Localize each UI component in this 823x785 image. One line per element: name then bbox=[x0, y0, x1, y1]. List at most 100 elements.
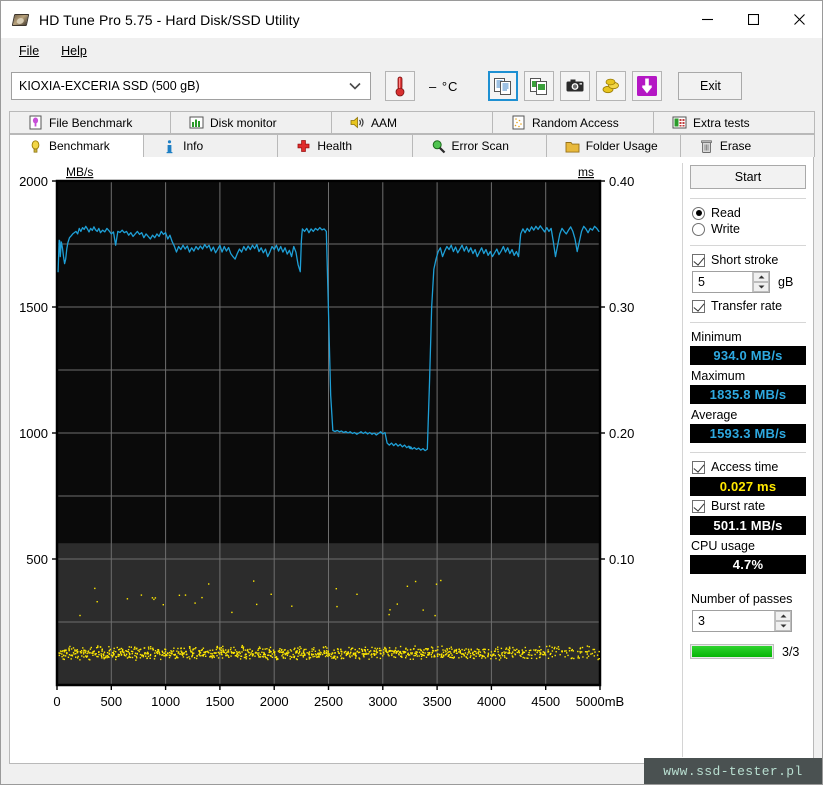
svg-text:0.10: 0.10 bbox=[609, 552, 634, 567]
tab-row-top: File Benchmark Disk monitor AAM Random A… bbox=[9, 111, 815, 134]
tab-info[interactable]: Info bbox=[143, 134, 279, 157]
short-stroke-stepper[interactable] bbox=[752, 272, 769, 292]
minimum-value: 934.0 MB/s bbox=[690, 346, 806, 365]
temperature-group: – °C bbox=[385, 71, 458, 101]
radio-write-indicator bbox=[692, 222, 705, 236]
disk-monitor-icon bbox=[189, 115, 204, 130]
folder-icon bbox=[565, 139, 580, 154]
exit-button[interactable]: Exit bbox=[678, 72, 743, 100]
passes-input[interactable]: 3 bbox=[692, 610, 792, 632]
minimize-button[interactable] bbox=[684, 1, 730, 39]
short-stroke-input[interactable]: 5 bbox=[692, 271, 770, 293]
transfer-rate-label: Transfer rate bbox=[711, 299, 783, 313]
maximize-button[interactable] bbox=[730, 1, 776, 39]
random-access-icon bbox=[511, 115, 526, 130]
thermometer-icon[interactable] bbox=[385, 71, 415, 101]
svg-text:0: 0 bbox=[53, 694, 60, 709]
svg-text:2000: 2000 bbox=[19, 174, 48, 189]
svg-text:500: 500 bbox=[100, 694, 122, 709]
tab-folder-usage[interactable]: Folder Usage bbox=[545, 134, 681, 157]
file-benchmark-icon bbox=[28, 115, 43, 130]
lightbulb-icon bbox=[28, 139, 43, 154]
maximum-label: Maximum bbox=[691, 369, 746, 383]
stepper-up-icon[interactable] bbox=[775, 611, 791, 621]
svg-text:0.40: 0.40 bbox=[609, 174, 634, 189]
tab-erase-label: Erase bbox=[719, 139, 752, 153]
checkbox-short-stroke[interactable]: Short stroke bbox=[692, 253, 806, 267]
menu-file-label: File bbox=[19, 44, 40, 58]
transfer-rate-checkbox-indicator bbox=[692, 299, 705, 313]
close-button[interactable] bbox=[776, 1, 822, 39]
tab-extra-tests-label: Extra tests bbox=[693, 115, 750, 130]
benchmark-graph: 500 1000 1500 2000 MB/s 0.10 0.20 0.30 0.40 ms 0 50… bbox=[10, 157, 682, 763]
stepper-up-icon[interactable] bbox=[753, 272, 769, 282]
checkbox-access-time[interactable]: Access time bbox=[692, 460, 806, 474]
tab-aam[interactable]: AAM bbox=[331, 111, 493, 134]
download-button[interactable] bbox=[632, 71, 663, 101]
menu-bar: File Help bbox=[1, 39, 822, 63]
svg-text:3000: 3000 bbox=[368, 694, 397, 709]
app-window: HD Tune Pro 5.75 - Hard Disk/SSD Utility… bbox=[0, 0, 823, 785]
copy-text-button[interactable] bbox=[488, 71, 519, 101]
stepper-down-icon[interactable] bbox=[775, 621, 791, 631]
burst-rate-label: Burst rate bbox=[711, 499, 766, 513]
svg-text:1000: 1000 bbox=[151, 694, 180, 709]
average-value: 1593.3 MB/s bbox=[690, 424, 806, 443]
svg-text:1000: 1000 bbox=[19, 426, 48, 441]
window-controls bbox=[684, 1, 822, 39]
divider bbox=[690, 198, 806, 199]
svg-text:500: 500 bbox=[26, 552, 48, 567]
screenshot-button[interactable] bbox=[560, 71, 591, 101]
tab-disk-monitor[interactable]: Disk monitor bbox=[170, 111, 332, 134]
passes-label: Number of passes bbox=[691, 592, 793, 606]
passes-group: 3 bbox=[692, 610, 806, 632]
benchmark-options-panel: Start Read Write Short stroke 5 gB Trans… bbox=[682, 157, 814, 763]
radio-read[interactable]: Read bbox=[692, 206, 806, 220]
hdd-icon bbox=[11, 11, 30, 29]
start-button[interactable]: Start bbox=[690, 165, 806, 189]
tab-bar: File Benchmark Disk monitor AAM Random A… bbox=[1, 109, 822, 157]
passes-value: 3 bbox=[698, 614, 705, 628]
tab-error-scan[interactable]: Error Scan bbox=[411, 134, 547, 157]
window-title: HD Tune Pro 5.75 - Hard Disk/SSD Utility bbox=[39, 11, 300, 28]
title-bar: HD Tune Pro 5.75 - Hard Disk/SSD Utility bbox=[1, 1, 822, 39]
watermark: www.ssd-tester.pl bbox=[644, 758, 822, 784]
short-stroke-checkbox-indicator bbox=[692, 253, 705, 267]
svg-text:1500: 1500 bbox=[19, 300, 48, 315]
tab-error-scan-label: Error Scan bbox=[451, 139, 509, 153]
short-stroke-value: 5 bbox=[698, 275, 705, 289]
svg-text:3500: 3500 bbox=[423, 694, 452, 709]
checkbox-transfer-rate[interactable]: Transfer rate bbox=[692, 299, 806, 313]
short-stroke-size-group: 5 gB bbox=[692, 271, 806, 293]
radio-write[interactable]: Write bbox=[692, 222, 806, 236]
copy-image-button[interactable] bbox=[524, 71, 555, 101]
checkbox-burst-rate[interactable]: Burst rate bbox=[692, 499, 806, 513]
info-icon bbox=[162, 139, 177, 154]
stepper-down-icon[interactable] bbox=[753, 282, 769, 292]
divider bbox=[690, 322, 806, 323]
tab-file-benchmark[interactable]: File Benchmark bbox=[9, 111, 171, 134]
tab-benchmark[interactable]: Benchmark bbox=[9, 134, 145, 157]
svg-text:2000: 2000 bbox=[260, 694, 289, 709]
transfer-rate-chart: 500 1000 1500 2000 MB/s 0.10 0.20 0.30 0.40 ms 0 50… bbox=[19, 165, 634, 709]
passes-progress-row: 3/3 bbox=[690, 644, 806, 659]
tab-erase[interactable]: Erase bbox=[679, 134, 816, 157]
divider bbox=[690, 452, 806, 453]
cpu-usage-value: 4.7% bbox=[690, 555, 806, 574]
speaker-icon bbox=[350, 115, 365, 130]
passes-stepper[interactable] bbox=[774, 611, 791, 631]
menu-item-file[interactable]: File bbox=[9, 41, 49, 61]
svg-text:4000: 4000 bbox=[477, 694, 506, 709]
toolbar: KIOXIA-EXCERIA SSD (500 gB) – °C Exit bbox=[1, 63, 822, 109]
tab-extra-tests[interactable]: Extra tests bbox=[653, 111, 815, 134]
tab-random-access[interactable]: Random Access bbox=[492, 111, 654, 134]
drive-select[interactable]: KIOXIA-EXCERIA SSD (500 gB) bbox=[11, 72, 371, 100]
panel-divider bbox=[682, 163, 683, 757]
donate-button[interactable] bbox=[596, 71, 627, 101]
temperature-value: – °C bbox=[429, 78, 459, 94]
menu-item-help[interactable]: Help bbox=[51, 41, 97, 61]
short-stroke-label: Short stroke bbox=[711, 253, 779, 267]
passes-progress-text: 3/3 bbox=[782, 644, 800, 659]
tab-health[interactable]: Health bbox=[277, 134, 413, 157]
svg-text:ms: ms bbox=[578, 165, 594, 179]
